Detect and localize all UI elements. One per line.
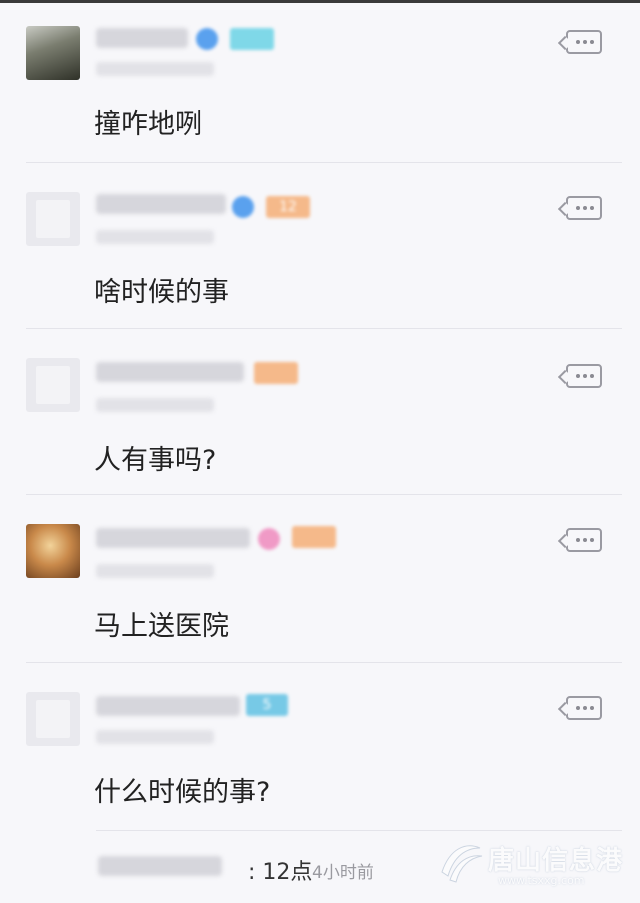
swoosh-logo-icon bbox=[441, 845, 483, 883]
divider bbox=[26, 494, 622, 495]
level-badge-icon bbox=[196, 28, 218, 50]
avatar[interactable] bbox=[26, 26, 80, 80]
comment-more-icon[interactable] bbox=[566, 196, 602, 220]
floor-time-redacted bbox=[96, 62, 214, 76]
username-redacted[interactable] bbox=[96, 528, 250, 548]
divider bbox=[26, 662, 622, 663]
floor-time-redacted bbox=[96, 398, 214, 412]
comment-text: 撞咋地咧 bbox=[94, 109, 202, 140]
watermark-title: 唐山信息港 bbox=[488, 846, 624, 876]
rank-badge: 12 bbox=[266, 196, 310, 218]
username-redacted[interactable] bbox=[96, 28, 188, 48]
avatar[interactable] bbox=[26, 692, 80, 746]
gender-badge-icon bbox=[258, 528, 280, 550]
divider bbox=[26, 328, 622, 329]
rank-badge bbox=[230, 28, 274, 50]
comment-text: 啥时候的事 bbox=[94, 277, 229, 308]
floor-time-redacted bbox=[96, 730, 214, 744]
divider bbox=[26, 162, 622, 163]
username-redacted[interactable] bbox=[96, 194, 226, 214]
username-redacted[interactable] bbox=[96, 362, 244, 382]
rank-badge bbox=[292, 526, 336, 548]
comment-more-icon[interactable] bbox=[566, 696, 602, 720]
reply-time: 4小时前 bbox=[312, 863, 374, 883]
avatar[interactable] bbox=[26, 358, 80, 412]
floor-time-redacted bbox=[96, 564, 214, 578]
comment-more-icon[interactable] bbox=[566, 30, 602, 54]
level-badge-icon bbox=[232, 196, 254, 218]
avatar[interactable] bbox=[26, 524, 80, 578]
floor-time-redacted bbox=[96, 230, 214, 244]
watermark-url: www.tsxxg.com bbox=[498, 874, 585, 887]
comment-text: 什么时候的事? bbox=[94, 777, 271, 808]
watermark: 唐山信息港 www.tsxxg.com bbox=[436, 834, 636, 894]
divider bbox=[96, 830, 622, 831]
rank-badge bbox=[254, 362, 298, 384]
comment-more-icon[interactable] bbox=[566, 364, 602, 388]
top-border bbox=[0, 0, 640, 3]
username-redacted[interactable] bbox=[96, 696, 240, 716]
comment-text: 马上送医院 bbox=[94, 611, 229, 642]
comment-text: 人有事吗? bbox=[94, 445, 217, 476]
comment-more-icon[interactable] bbox=[566, 528, 602, 552]
replier-redacted[interactable] bbox=[98, 856, 222, 876]
reply-content: : 12点 bbox=[248, 860, 313, 885]
avatar[interactable] bbox=[26, 192, 80, 246]
rank-badge: 5 bbox=[246, 694, 288, 716]
